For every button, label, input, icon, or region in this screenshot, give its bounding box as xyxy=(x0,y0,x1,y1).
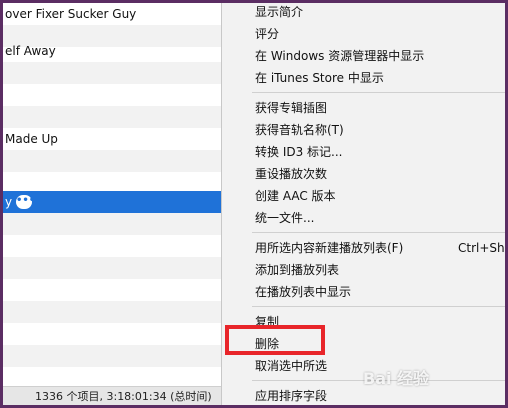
menu-item-consolidate-files[interactable]: 统一文件... xyxy=(222,207,505,229)
song-row[interactable]: over Fixer Sucker Guy xyxy=(3,3,221,25)
song-row[interactable]: Made Up xyxy=(3,128,221,150)
menu-separator xyxy=(252,92,505,93)
menu-separator xyxy=(252,306,505,307)
song-row[interactable] xyxy=(3,345,221,367)
song-title: y xyxy=(5,195,13,209)
menu-item-show-in-explorer[interactable]: 在 Windows 资源管理器中显示 xyxy=(222,45,505,67)
menu-item-create-aac-version[interactable]: 创建 AAC 版本 xyxy=(222,185,505,207)
menu-item-get-info[interactable]: 显示简介 xyxy=(222,3,505,23)
song-row[interactable] xyxy=(3,301,221,323)
song-title: over Fixer Sucker Guy xyxy=(5,7,137,21)
status-text: 1336 个项目, 3:18:01:34 (总时间) xyxy=(35,390,212,403)
menu-separator xyxy=(252,232,505,233)
highlight-box xyxy=(225,325,325,355)
menu-item-rating[interactable]: 评分 xyxy=(222,23,505,45)
menu-item-new-playlist-from-selection[interactable]: 用所选内容新建播放列表(F) Ctrl+Shift xyxy=(222,237,505,259)
song-row[interactable] xyxy=(3,279,221,301)
song-row[interactable]: elf Away xyxy=(3,40,221,62)
song-title: Made Up xyxy=(5,132,58,146)
song-row[interactable] xyxy=(3,257,221,279)
menu-item-get-album-artwork[interactable]: 获得专辑插图 xyxy=(222,97,505,119)
song-row-selected[interactable]: y ••• xyxy=(3,191,221,213)
menu-item-show-in-itunes-store[interactable]: 在 iTunes Store 中显示 xyxy=(222,67,505,89)
song-row[interactable] xyxy=(3,213,221,235)
song-row[interactable] xyxy=(3,150,221,172)
song-title: elf Away xyxy=(5,44,56,58)
song-row[interactable] xyxy=(3,84,221,106)
song-row[interactable] xyxy=(3,106,221,128)
more-options-icon[interactable]: ••• xyxy=(16,195,35,209)
song-row[interactable] xyxy=(3,62,221,84)
song-row[interactable] xyxy=(3,235,221,257)
song-list: over Fixer Sucker Guy elf Away Made Up y… xyxy=(3,3,221,405)
menu-item-get-track-names[interactable]: 获得音轨名称(T) xyxy=(222,119,505,141)
itunes-window: over Fixer Sucker Guy elf Away Made Up y… xyxy=(3,3,505,405)
shortcut-text: Ctrl+Shift xyxy=(458,241,505,255)
watermark: Bai 经验 xyxy=(363,369,430,388)
menu-item-reset-play-count[interactable]: 重设播放次数 xyxy=(222,163,505,185)
status-bar: 1336 个项目, 3:18:01:34 (总时间) xyxy=(3,386,221,405)
song-row[interactable] xyxy=(3,323,221,345)
menu-item-show-in-playlist[interactable]: 在播放列表中显示 xyxy=(222,281,505,303)
menu-item-add-to-playlist[interactable]: 添加到播放列表 xyxy=(222,259,505,281)
menu-item-convert-id3-tags[interactable]: 转换 ID3 标记... xyxy=(222,141,505,163)
